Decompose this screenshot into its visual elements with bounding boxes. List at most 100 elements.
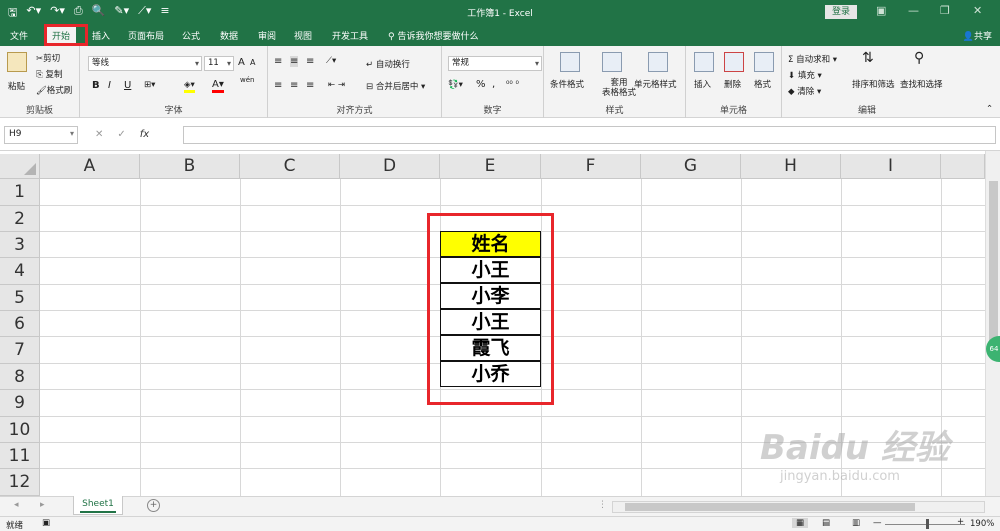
tab-page-layout[interactable]: 页面布局 — [128, 29, 164, 42]
orientation-icon[interactable]: ⟋▾ — [326, 56, 336, 66]
fill-color-button[interactable]: ◈▾ — [184, 80, 195, 93]
conditional-format-button[interactable]: 条件格式 — [550, 78, 584, 90]
tab-insert[interactable]: 插入 — [92, 29, 110, 42]
tell-me-search[interactable]: ⚲ 告诉我你想要做什么 — [388, 29, 478, 42]
tab-file[interactable]: 文件 — [10, 29, 28, 42]
normal-view-icon[interactable]: ▦ — [792, 518, 809, 528]
align-right-icon[interactable]: ≡ — [306, 80, 314, 91]
add-sheet-icon[interactable]: + — [147, 499, 160, 512]
font-color-button[interactable]: A▾ — [212, 79, 224, 93]
sheet-nav-next-icon[interactable]: ▸ — [40, 500, 45, 510]
column-header-partial[interactable] — [941, 154, 985, 179]
autosum-button[interactable]: Σ 自动求和 ▾ — [788, 53, 837, 65]
zoom-slider-track[interactable] — [885, 524, 965, 525]
font-size-select[interactable]: 11 — [204, 56, 234, 71]
horizontal-scroll-thumb[interactable] — [625, 503, 915, 511]
font-family-select[interactable]: 等线 — [88, 56, 202, 71]
name-box[interactable]: H9 — [4, 126, 78, 144]
row-header-4[interactable]: 4 — [0, 258, 40, 285]
column-header-d[interactable]: D — [340, 154, 440, 179]
copy-button[interactable]: ⎘ 复制 — [36, 68, 63, 80]
comma-style-button[interactable]: , — [492, 79, 495, 90]
insert-function-button[interactable]: fx — [140, 129, 149, 140]
row-header-2[interactable]: 2 — [0, 206, 40, 232]
paste-button[interactable]: 粘贴 — [8, 80, 25, 92]
tab-data[interactable]: 数据 — [220, 29, 238, 42]
underline-button[interactable]: U — [124, 80, 131, 91]
italic-button[interactable]: I — [108, 80, 111, 91]
percent-style-button[interactable]: % — [476, 79, 486, 90]
format-cells-button[interactable]: 格式 — [754, 78, 771, 90]
align-center-icon[interactable]: ≡ — [290, 80, 298, 91]
merge-center-button[interactable]: ⊟ 合并后居中 ▾ — [366, 80, 425, 92]
vertical-scroll-thumb[interactable] — [989, 181, 998, 341]
sort-filter-button[interactable]: 排序和筛选 — [852, 78, 895, 90]
zoom-level[interactable]: 190% — [970, 519, 994, 529]
formula-input[interactable] — [183, 126, 996, 144]
find-select-button[interactable]: 查找和选择 — [900, 78, 943, 90]
login-button[interactable]: 登录 — [825, 5, 857, 19]
fill-button[interactable]: ⬇ 填充 ▾ — [788, 69, 822, 81]
zoom-slider-thumb[interactable] — [926, 519, 929, 529]
format-as-table-button[interactable]: 套用 表格格式 — [602, 78, 636, 98]
page-layout-view-icon[interactable]: ▤ — [822, 518, 830, 528]
currency-format-icon[interactable]: 💱▾ — [448, 80, 463, 90]
sheet-nav-prev-icon[interactable]: ◂ — [14, 500, 19, 510]
tab-view[interactable]: 视图 — [294, 29, 312, 42]
row-header-10[interactable]: 10 — [0, 417, 40, 443]
column-header-f[interactable]: F — [541, 154, 641, 179]
tab-developer[interactable]: 开发工具 — [332, 29, 368, 42]
wrap-text-button[interactable]: ↵ 自动换行 — [366, 58, 410, 70]
row-header-8[interactable]: 8 — [0, 364, 40, 390]
ribbon-display-icon[interactable]: ▣ — [876, 4, 886, 17]
grow-font-button[interactable]: A — [238, 57, 245, 68]
column-header-g[interactable]: G — [641, 154, 741, 179]
collapse-ribbon-icon[interactable]: ⌃ — [986, 104, 993, 114]
row-header-12[interactable]: 12 — [0, 469, 40, 496]
format-painter-button[interactable]: 🖌格式刷 — [36, 84, 72, 96]
restore-icon[interactable]: ❐ — [940, 4, 950, 17]
align-top-icon[interactable]: ≡ — [274, 56, 282, 67]
cell-styles-button[interactable]: 单元格样式 — [634, 78, 677, 90]
zoom-out-icon[interactable]: — — [873, 518, 882, 528]
align-middle-icon[interactable]: ≡ — [290, 56, 299, 67]
enter-icon[interactable]: ✓ — [117, 129, 125, 140]
sheet-split-handle-icon[interactable]: ⋮ — [598, 500, 607, 510]
cancel-icon[interactable]: ✕ — [95, 129, 103, 140]
row-header-11[interactable]: 11 — [0, 443, 40, 469]
border-button[interactable]: ⊞▾ — [144, 80, 155, 90]
align-bottom-icon[interactable]: ≡ — [306, 56, 314, 67]
row-header-7[interactable]: 7 — [0, 337, 40, 364]
macro-record-icon[interactable]: ▣ — [42, 518, 50, 528]
select-all-button[interactable] — [0, 154, 40, 179]
share-button[interactable]: 👤共享 — [963, 29, 992, 42]
zoom-in-icon[interactable]: + — [957, 517, 964, 527]
indent-icons[interactable]: ⇤ ⇥ — [328, 80, 345, 90]
shrink-font-button[interactable]: A — [250, 58, 255, 67]
align-left-icon[interactable]: ≡ — [274, 80, 282, 91]
number-format-select[interactable]: 常规 — [448, 56, 542, 71]
phonetic-button[interactable]: wén — [240, 76, 254, 84]
cut-button[interactable]: ✂剪切 — [36, 52, 60, 64]
insert-cells-button[interactable]: 插入 — [694, 78, 711, 90]
column-header-e[interactable]: E — [440, 154, 541, 179]
tab-formulas[interactable]: 公式 — [182, 29, 200, 42]
column-header-h[interactable]: H — [741, 154, 841, 179]
delete-cells-button[interactable]: 删除 — [724, 78, 741, 90]
horizontal-scrollbar[interactable] — [612, 501, 985, 513]
row-header-9[interactable]: 9 — [0, 390, 40, 417]
row-header-5[interactable]: 5 — [0, 285, 40, 311]
tab-review[interactable]: 审阅 — [258, 29, 276, 42]
column-header-a[interactable]: A — [40, 154, 140, 179]
row-header-3[interactable]: 3 — [0, 232, 40, 258]
sheet-tab-sheet1[interactable]: Sheet1 — [73, 496, 123, 515]
column-header-c[interactable]: C — [240, 154, 340, 179]
close-icon[interactable]: ✕ — [973, 4, 982, 17]
decimal-increase-icon[interactable]: ⁰⁰ ⁰ — [506, 80, 519, 90]
page-break-view-icon[interactable]: ▥ — [852, 518, 860, 528]
clear-button[interactable]: ◆ 清除 ▾ — [788, 85, 821, 97]
bold-button[interactable]: B — [92, 80, 100, 91]
row-header-1[interactable]: 1 — [0, 179, 40, 206]
column-header-b[interactable]: B — [140, 154, 240, 179]
minimize-icon[interactable]: — — [908, 4, 919, 17]
